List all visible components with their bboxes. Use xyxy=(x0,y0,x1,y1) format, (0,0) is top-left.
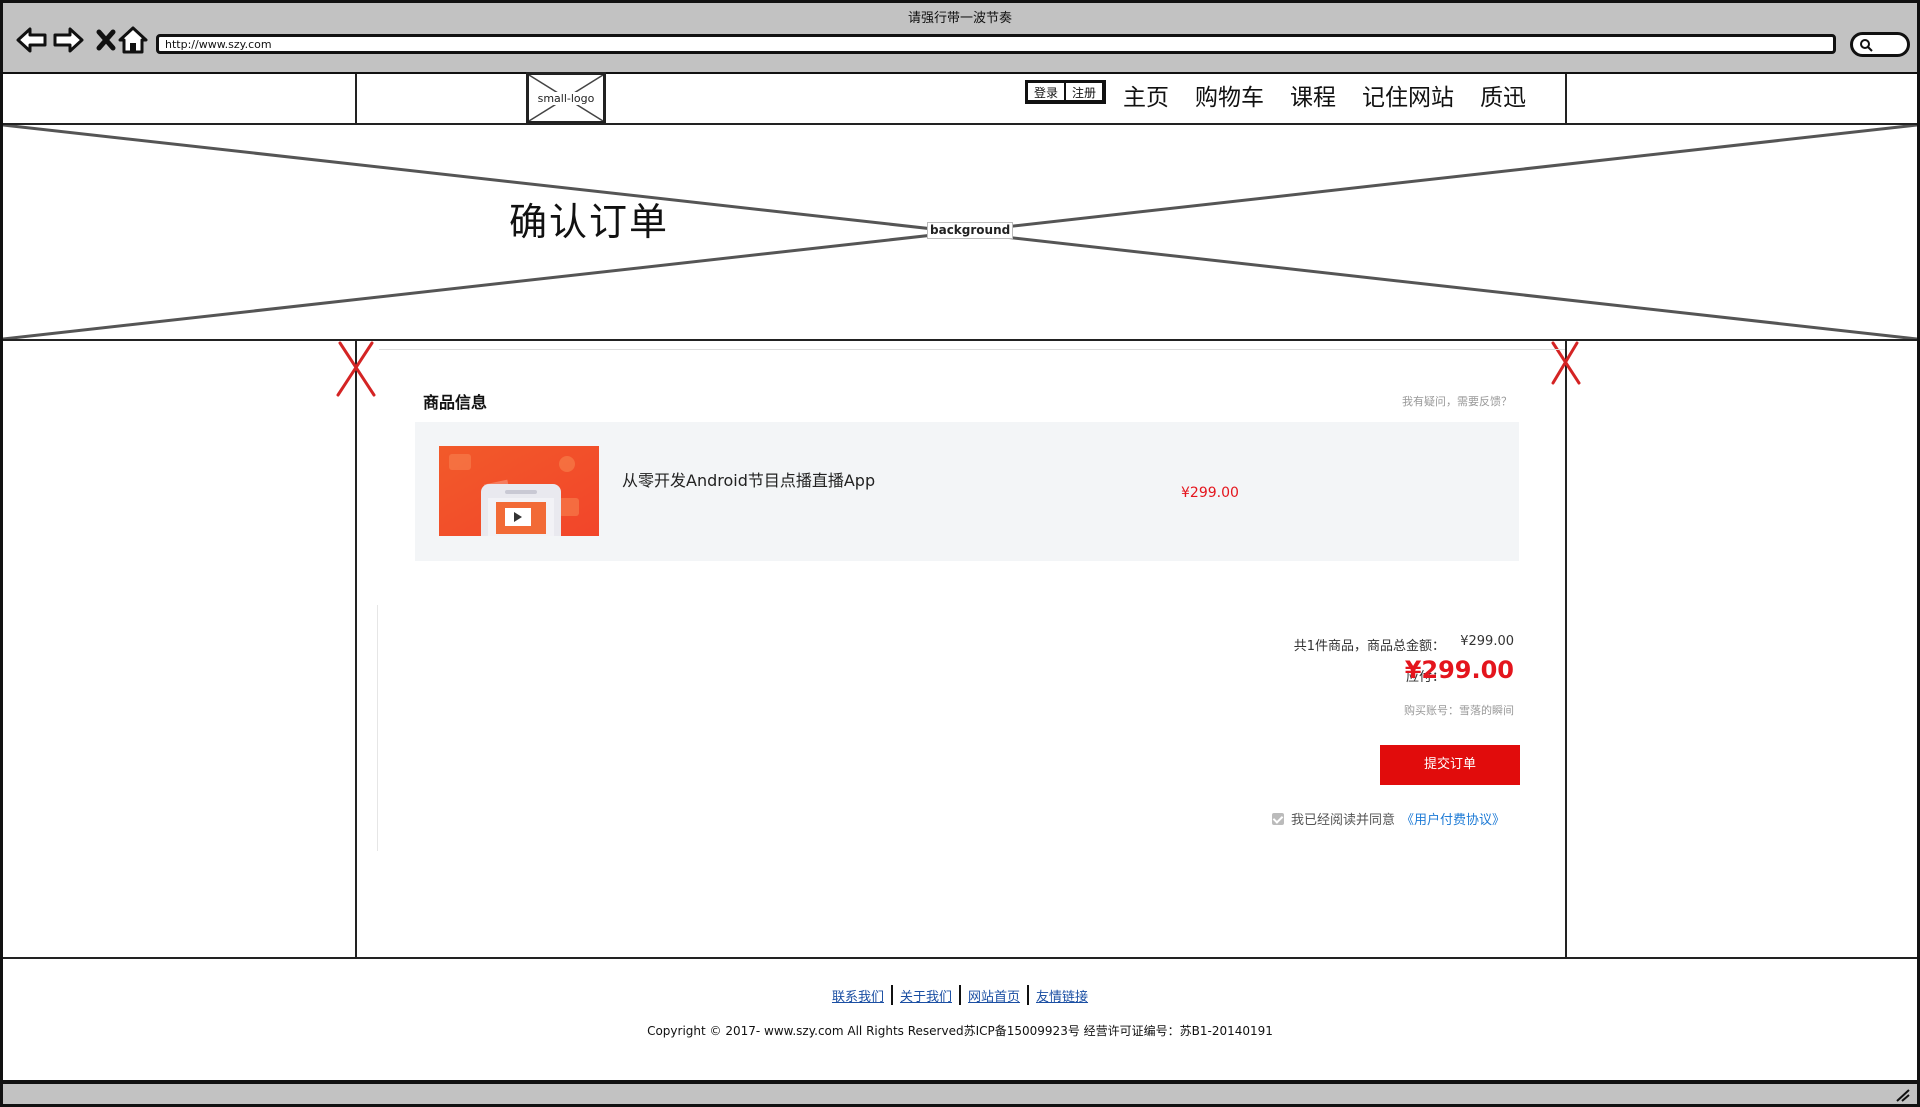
address-bar[interactable]: http://www.szy.com xyxy=(156,34,1836,54)
layout-divider xyxy=(1565,341,1567,957)
section-title: 商品信息 xyxy=(423,393,488,412)
login-button[interactable]: 登录 xyxy=(1028,83,1064,100)
resize-grip-icon[interactable] xyxy=(1895,1088,1911,1102)
footer-link-home[interactable]: 网站首页 xyxy=(961,986,1027,1005)
agreement-link[interactable]: 《用户付费协议》 xyxy=(1401,809,1505,828)
red-x-marker-icon xyxy=(336,341,376,397)
nav-cart[interactable]: 购物车 xyxy=(1195,78,1264,112)
logo-label: small-logo xyxy=(536,92,596,105)
agreement-text: 我已经阅读并同意 xyxy=(1291,813,1396,828)
submit-order-button[interactable]: 提交订单 xyxy=(1380,745,1520,785)
site-footer: 联系我们 关于我们 网站首页 友情链接 Copyright © 2017- ww… xyxy=(3,957,1917,1080)
product-price: ¥299.00 xyxy=(1181,485,1239,501)
footer-link-about[interactable]: 关于我们 xyxy=(893,986,959,1005)
home-icon[interactable] xyxy=(116,23,150,57)
browser-search-box[interactable] xyxy=(1850,32,1910,57)
register-button[interactable]: 注册 xyxy=(1064,83,1102,100)
nav-home[interactable]: 主页 xyxy=(1123,78,1169,112)
hero-banner: background 确认订单 xyxy=(3,125,1917,341)
background-label: background xyxy=(927,222,1014,239)
logo-placeholder: small-logo xyxy=(526,72,606,124)
total-label: 共1件商品，商品总金额： xyxy=(1293,639,1445,654)
site-header: small-logo 登录 注册 主页 购物车 课程 记住网站 质迅 xyxy=(3,72,1917,125)
search-icon xyxy=(1860,39,1873,52)
product-card: 从零开发Android节目点播直播App ¥299.00 xyxy=(415,422,1519,561)
auth-buttons: 登录 注册 xyxy=(1025,80,1107,104)
status-bar xyxy=(0,1080,1920,1107)
divider xyxy=(379,349,1565,350)
total-value: ¥299.00 xyxy=(1460,634,1514,649)
feedback-link[interactable]: 我有疑问，需要反馈？ xyxy=(1402,393,1512,409)
site-logo[interactable]: small-logo xyxy=(526,72,606,124)
window-title: 请强行带一波节奏 xyxy=(907,11,1012,26)
page-title: 确认订单 xyxy=(509,200,670,244)
agreement-row: 我已经阅读并同意 《用户付费协议》 xyxy=(1272,809,1505,828)
page-content: small-logo 登录 注册 主页 购物车 课程 记住网站 质迅 backg… xyxy=(0,72,1920,1080)
buyer-account: 购买账号：雪落的瞬间 xyxy=(1404,704,1514,717)
address-url: http://www.szy.com xyxy=(165,38,272,51)
back-arrow-icon[interactable] xyxy=(15,23,49,57)
red-x-marker-icon xyxy=(1551,341,1581,385)
layout-divider xyxy=(355,74,357,125)
layout-divider xyxy=(1565,74,1567,125)
nav-bookmark[interactable]: 记住网站 xyxy=(1362,78,1454,112)
browser-chrome: 请强行带一波节奏 http://www.szy.com xyxy=(0,0,1920,72)
agreement-checkbox[interactable] xyxy=(1272,812,1284,825)
video-thumbnail-icon xyxy=(439,446,599,536)
copyright-text: Copyright © 2017- www.szy.com All Rights… xyxy=(647,1024,1273,1038)
footer-links: 联系我们 关于我们 网站首页 友情链接 xyxy=(3,985,1917,1005)
layout-divider xyxy=(355,341,357,957)
divider xyxy=(377,605,378,851)
footer-link-friends[interactable]: 友情链接 xyxy=(1029,986,1095,1005)
pay-amount: ¥299.00 xyxy=(1404,656,1514,684)
main-nav: 主页 购物车 课程 记住网站 质迅 xyxy=(1123,78,1552,112)
product-thumbnail[interactable] xyxy=(439,446,599,536)
footer-link-contact[interactable]: 联系我们 xyxy=(825,986,891,1005)
forward-arrow-icon[interactable] xyxy=(51,23,85,57)
nav-courses[interactable]: 课程 xyxy=(1290,78,1336,112)
nav-zhixun[interactable]: 质迅 xyxy=(1480,78,1526,112)
order-content: 商品信息 我有疑问，需要反馈？ 从零开发Android节目点播直播App ¥29… xyxy=(3,341,1917,957)
product-name[interactable]: 从零开发Android节目点播直播App xyxy=(622,467,875,491)
